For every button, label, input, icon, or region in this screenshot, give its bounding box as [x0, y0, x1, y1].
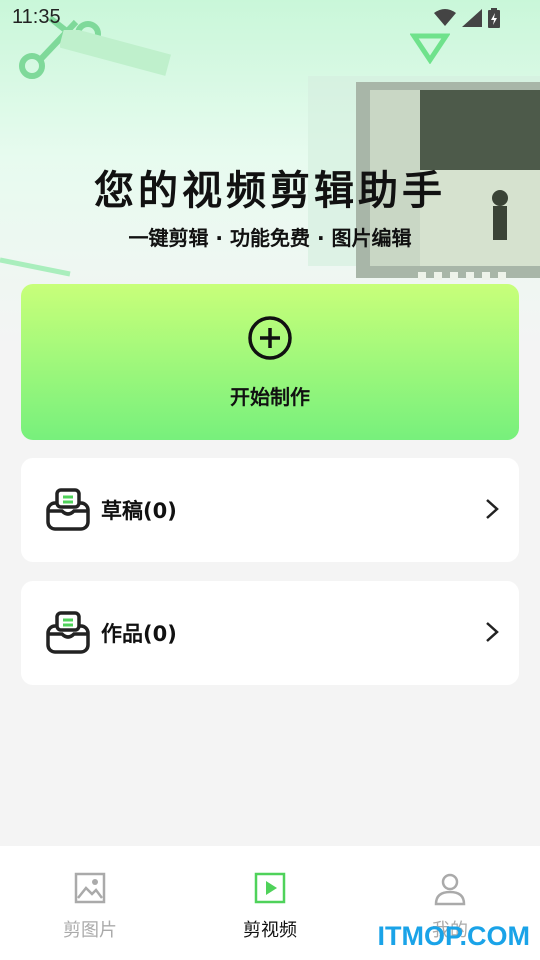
video-icon: [254, 872, 286, 904]
tab-edit-image[interactable]: 剪图片: [30, 870, 150, 942]
start-create-button[interactable]: 开始制作: [21, 284, 519, 440]
status-bar: 11:35: [0, 0, 540, 36]
chevron-right-icon: [486, 622, 499, 642]
works-item[interactable]: 作品(0): [21, 581, 519, 685]
tab-edit-image-label: 剪图片: [63, 920, 117, 941]
status-time: 11:35: [12, 6, 61, 28]
ruler-icon: [60, 30, 171, 76]
drafts-label: 草稿(0): [101, 499, 177, 523]
hero-title: 您的视频剪辑助手: [94, 168, 446, 214]
cellular-signal-icon: [462, 9, 482, 27]
hero-subtitle: 一键剪辑 · 功能免费 · 图片编辑: [128, 226, 412, 250]
pencil-icon: [0, 257, 71, 277]
drafts-item[interactable]: 草稿(0): [21, 458, 519, 562]
battery-icon: [488, 8, 500, 28]
watermark: ITMOP.COM: [377, 921, 530, 951]
inbox-icon: [46, 488, 90, 531]
inbox-icon: [46, 611, 90, 654]
start-create-label: 开始制作: [230, 384, 310, 409]
works-label: 作品(0): [101, 622, 177, 646]
image-icon: [74, 872, 106, 904]
chevron-right-icon: [486, 499, 499, 519]
plus-circle-icon: [248, 315, 292, 360]
tab-edit-video-label: 剪视频: [243, 920, 297, 941]
user-icon: [434, 873, 466, 906]
wifi-icon: [434, 9, 456, 26]
tab-edit-video[interactable]: 剪视频: [210, 870, 330, 942]
